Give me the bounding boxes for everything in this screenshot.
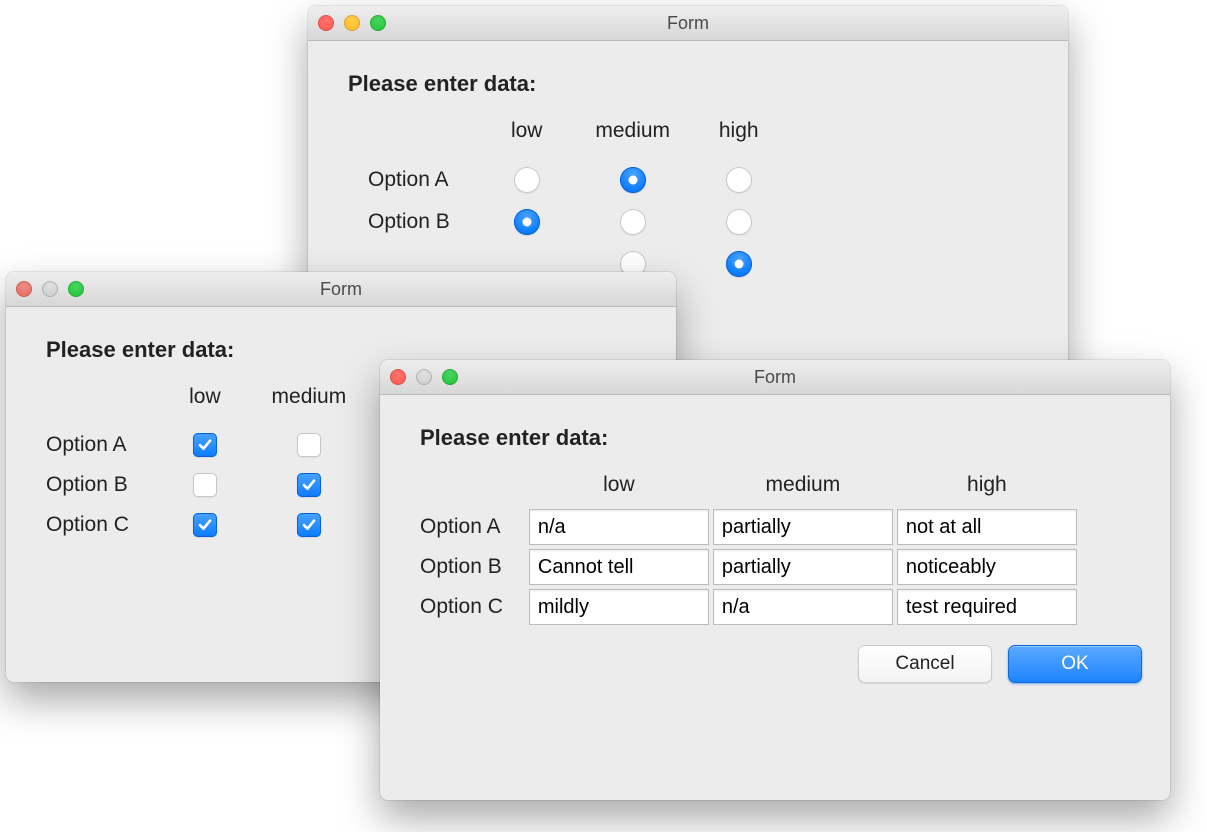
input-c-high[interactable] — [897, 589, 1077, 625]
input-a-low[interactable] — [529, 509, 709, 545]
radio-a-high[interactable] — [726, 167, 752, 193]
close-icon[interactable] — [318, 15, 334, 31]
form-prompt: Please enter data: — [420, 425, 1130, 451]
col-header-medium: medium — [257, 381, 361, 425]
row-label: Option B — [46, 465, 153, 505]
titlebar[interactable]: Form — [308, 6, 1068, 41]
close-icon[interactable] — [16, 281, 32, 297]
traffic-lights — [318, 15, 386, 31]
titlebar[interactable]: Form — [380, 360, 1170, 395]
input-c-medium[interactable] — [713, 589, 893, 625]
checkbox-c-medium[interactable] — [297, 513, 321, 537]
row-label: Option C — [420, 587, 527, 627]
col-header-low: low — [153, 381, 257, 425]
traffic-lights — [390, 369, 458, 385]
row-label: Option C — [46, 505, 153, 545]
cancel-button[interactable]: Cancel — [858, 645, 992, 683]
window-title: Form — [308, 13, 1068, 34]
checkbox-c-low[interactable] — [193, 513, 217, 537]
checkbox-b-medium[interactable] — [297, 473, 321, 497]
zoom-icon[interactable] — [68, 281, 84, 297]
radio-a-low[interactable] — [514, 167, 540, 193]
row-label: Option A — [368, 159, 474, 201]
traffic-lights — [16, 281, 84, 297]
input-b-medium[interactable] — [713, 549, 893, 585]
input-a-high[interactable] — [897, 509, 1077, 545]
titlebar[interactable]: Form — [6, 272, 676, 307]
zoom-icon[interactable] — [370, 15, 386, 31]
form-prompt: Please enter data: — [348, 71, 1028, 97]
input-c-low[interactable] — [529, 589, 709, 625]
row-label: Option A — [46, 425, 153, 465]
close-icon[interactable] — [390, 369, 406, 385]
window-text: Form Please enter data: low medium high … — [380, 360, 1170, 800]
window-title: Form — [380, 367, 1170, 388]
col-header-low: low — [474, 115, 580, 159]
radio-b-low[interactable] — [514, 209, 540, 235]
input-b-low[interactable] — [529, 549, 709, 585]
minimize-icon[interactable] — [344, 15, 360, 31]
row-label: Option B — [368, 201, 474, 243]
input-b-high[interactable] — [897, 549, 1077, 585]
col-header-medium: medium — [711, 469, 895, 507]
row-label: Option B — [420, 547, 527, 587]
col-header-medium: medium — [580, 115, 686, 159]
minimize-icon[interactable] — [416, 369, 432, 385]
window-title: Form — [6, 279, 676, 300]
col-header-high: high — [686, 115, 792, 159]
col-header-high: high — [895, 469, 1079, 507]
minimize-icon[interactable] — [42, 281, 58, 297]
ok-button[interactable]: OK — [1008, 645, 1142, 683]
col-header-low: low — [527, 469, 711, 507]
checkbox-a-medium[interactable] — [297, 433, 321, 457]
checkbox-a-low[interactable] — [193, 433, 217, 457]
radio-b-high[interactable] — [726, 209, 752, 235]
radio-c-high[interactable] — [726, 251, 752, 277]
checkbox-b-low[interactable] — [193, 473, 217, 497]
zoom-icon[interactable] — [442, 369, 458, 385]
radio-a-medium[interactable] — [620, 167, 646, 193]
radio-b-medium[interactable] — [620, 209, 646, 235]
input-a-medium[interactable] — [713, 509, 893, 545]
row-label: Option A — [420, 507, 527, 547]
